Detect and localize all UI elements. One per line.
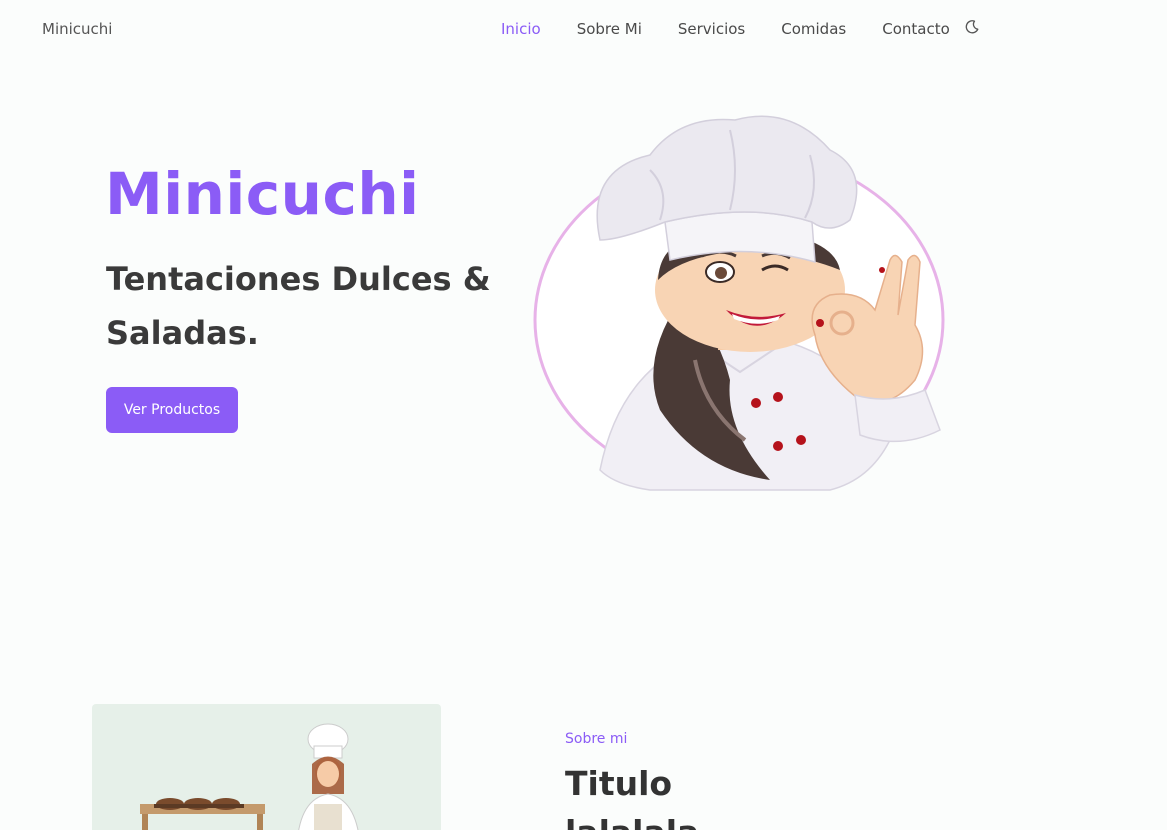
page: Minicuchi Inicio Sobre Mi Servicios Comi… <box>0 0 1167 830</box>
nav-item-contacto[interactable]: Contacto <box>882 20 950 38</box>
top-navigation: Minicuchi Inicio Sobre Mi Servicios Comi… <box>0 0 1167 60</box>
nav-item-comidas[interactable]: Comidas <box>781 20 846 38</box>
about-subtitle-partial: lalalala <box>565 818 705 830</box>
chef-illustration <box>530 110 950 505</box>
about-section-label: Sobre mi <box>565 731 628 747</box>
about-illustration <box>92 704 441 830</box>
nav-item-inicio[interactable]: Inicio <box>501 20 541 38</box>
about-title: Titulo <box>565 764 673 803</box>
main-menu: Inicio Sobre Mi Servicios Comidas Contac… <box>501 20 980 38</box>
moon-icon[interactable] <box>964 19 980 35</box>
nav-item-sobre-mi[interactable]: Sobre Mi <box>577 20 642 38</box>
hero-subtitle: Tentaciones Dulces & Saladas. <box>106 260 491 352</box>
nav-item-servicios[interactable]: Servicios <box>678 20 745 38</box>
brand-logo-link[interactable]: Minicuchi <box>42 20 112 38</box>
view-products-button[interactable]: Ver Productos <box>106 387 238 433</box>
hero-title: Minicuchi <box>105 160 420 228</box>
